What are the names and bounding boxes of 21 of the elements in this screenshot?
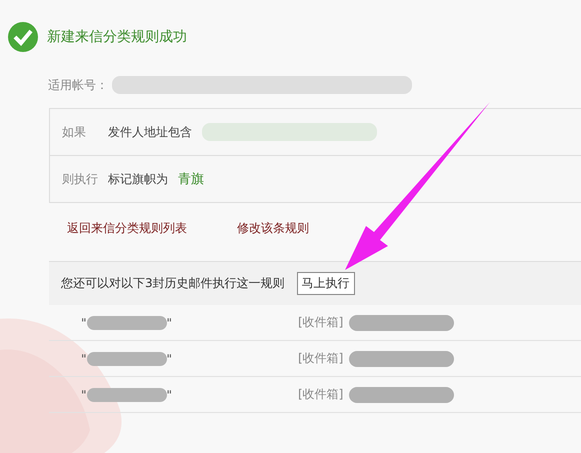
quote-mark: " xyxy=(166,316,172,330)
check-icon xyxy=(8,22,38,52)
account-label: 适用帐号： xyxy=(48,76,108,94)
rule-link[interactable]: 修改该条规则 xyxy=(237,220,309,237)
quote-mark: " xyxy=(81,316,87,330)
run-now-button[interactable]: 马上执行 xyxy=(296,272,355,295)
folder-label: [收件箱] xyxy=(298,386,344,403)
quote-mark: " xyxy=(81,388,87,402)
folder-label: [收件箱] xyxy=(298,314,344,331)
history-prompt: 您还可以对以下3封历史邮件执行这一规则 xyxy=(61,275,285,292)
rule-label: 则执行 xyxy=(62,170,99,188)
quote-mark: " xyxy=(166,352,172,366)
quote-mark: " xyxy=(81,352,87,366)
folder-label: [收件箱] xyxy=(298,350,344,367)
quote-mark: " xyxy=(166,388,172,402)
flag-value: 青旗 xyxy=(178,171,204,188)
rule-text: 标记旗帜为 xyxy=(108,170,168,188)
success-title: 新建来信分类规则成功 xyxy=(47,28,187,46)
rule-label: 如果 xyxy=(62,124,87,140)
rule-text: 发件人地址包含 xyxy=(108,124,192,140)
rule-link[interactable]: 返回来信分类规则列表 xyxy=(67,220,187,237)
